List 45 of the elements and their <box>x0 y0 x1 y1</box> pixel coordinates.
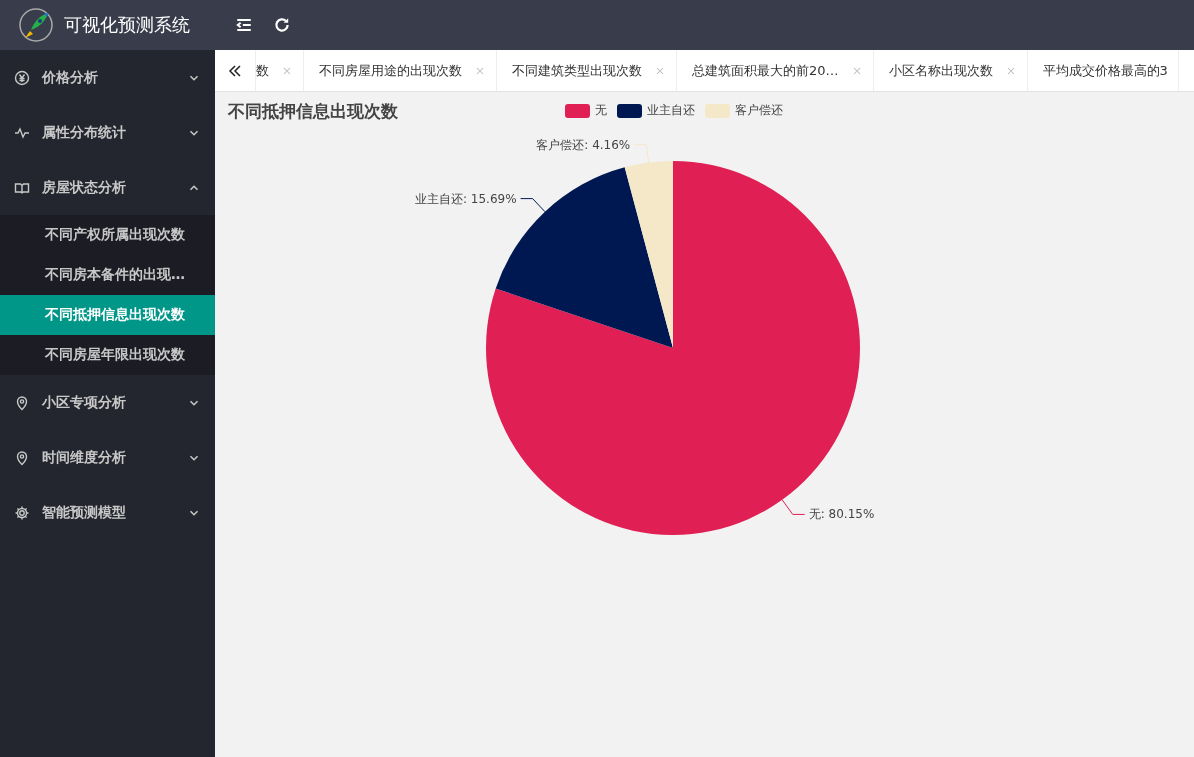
tab-label: 总建筑面积最大的前20… <box>692 61 839 80</box>
legend-label: 业主自还 <box>647 102 695 119</box>
sidebar-item[interactable]: 属性分布统计 <box>0 105 215 160</box>
double-chevron-left-icon <box>227 62 243 79</box>
tab-label: 平均成交价格最高的3 <box>1042 61 1168 80</box>
tab[interactable]: 小区名称出现次数 <box>873 50 1028 91</box>
submenu-item[interactable]: 不同抵押信息出现次数 <box>0 295 215 335</box>
sidebar-item[interactable]: 智能预测模型 <box>0 485 215 540</box>
tab-label: 不同建筑类型出现次数 <box>512 61 642 80</box>
app-title: 可视化预测系统 <box>64 13 190 37</box>
settings-icon <box>14 504 30 521</box>
sidebar-item-label: 时间维度分析 <box>42 448 127 467</box>
location-pin-icon <box>14 394 30 411</box>
submenu-item[interactable]: 不同产权所属出现次数 <box>0 215 215 255</box>
legend-label: 无 <box>595 102 607 119</box>
slice-label: 无: 80.15% <box>808 507 875 522</box>
chart-title: 不同抵押信息出现次数 <box>228 100 398 123</box>
tab[interactable]: 平均成交价格最高的3 <box>1027 50 1179 91</box>
sidebar-item[interactable]: 时间维度分析 <box>0 430 215 485</box>
rocket-logo-icon <box>18 7 54 43</box>
leader-line <box>633 144 650 164</box>
submenu-item[interactable]: 不同房屋年限出现次数 <box>0 335 215 375</box>
tab[interactable]: 数 <box>256 50 304 91</box>
submenu-item[interactable]: 不同房本备件的出现… <box>0 255 215 295</box>
tab-label: 小区名称出现次数 <box>888 61 993 80</box>
sidebar-item-label: 价格分析 <box>42 68 99 87</box>
legend-label: 客户偿还 <box>735 102 783 119</box>
tab-label: 不同房屋用途的出现次数 <box>319 61 462 80</box>
tab[interactable]: 不同房屋用途的出现次数 <box>304 50 497 91</box>
sidebar-item-label: 智能预测模型 <box>42 503 127 522</box>
sidebar-item-label: 属性分布统计 <box>42 123 127 142</box>
slice-label: 业主自还: 15.69% <box>415 191 517 206</box>
leader-line <box>520 198 546 213</box>
slice-label: 客户偿还: 4.16% <box>536 137 631 152</box>
tab-label: 数 <box>256 61 269 80</box>
yen-icon <box>14 69 30 86</box>
tab[interactable]: 不同建筑类型出现次数 <box>497 50 677 91</box>
sidebar-item[interactable]: 房屋状态分析 <box>0 160 215 215</box>
location-pin-icon <box>14 449 30 466</box>
sidebar-item-label: 房屋状态分析 <box>42 178 127 197</box>
tab[interactable]: 总建筑面积最大的前20… <box>677 50 874 91</box>
sidebar-item[interactable]: 价格分析 <box>0 50 215 105</box>
sidebar-item[interactable]: 小区专项分析 <box>0 375 215 430</box>
leader-line <box>781 499 806 515</box>
sidebar-item-label: 小区专项分析 <box>42 393 127 412</box>
